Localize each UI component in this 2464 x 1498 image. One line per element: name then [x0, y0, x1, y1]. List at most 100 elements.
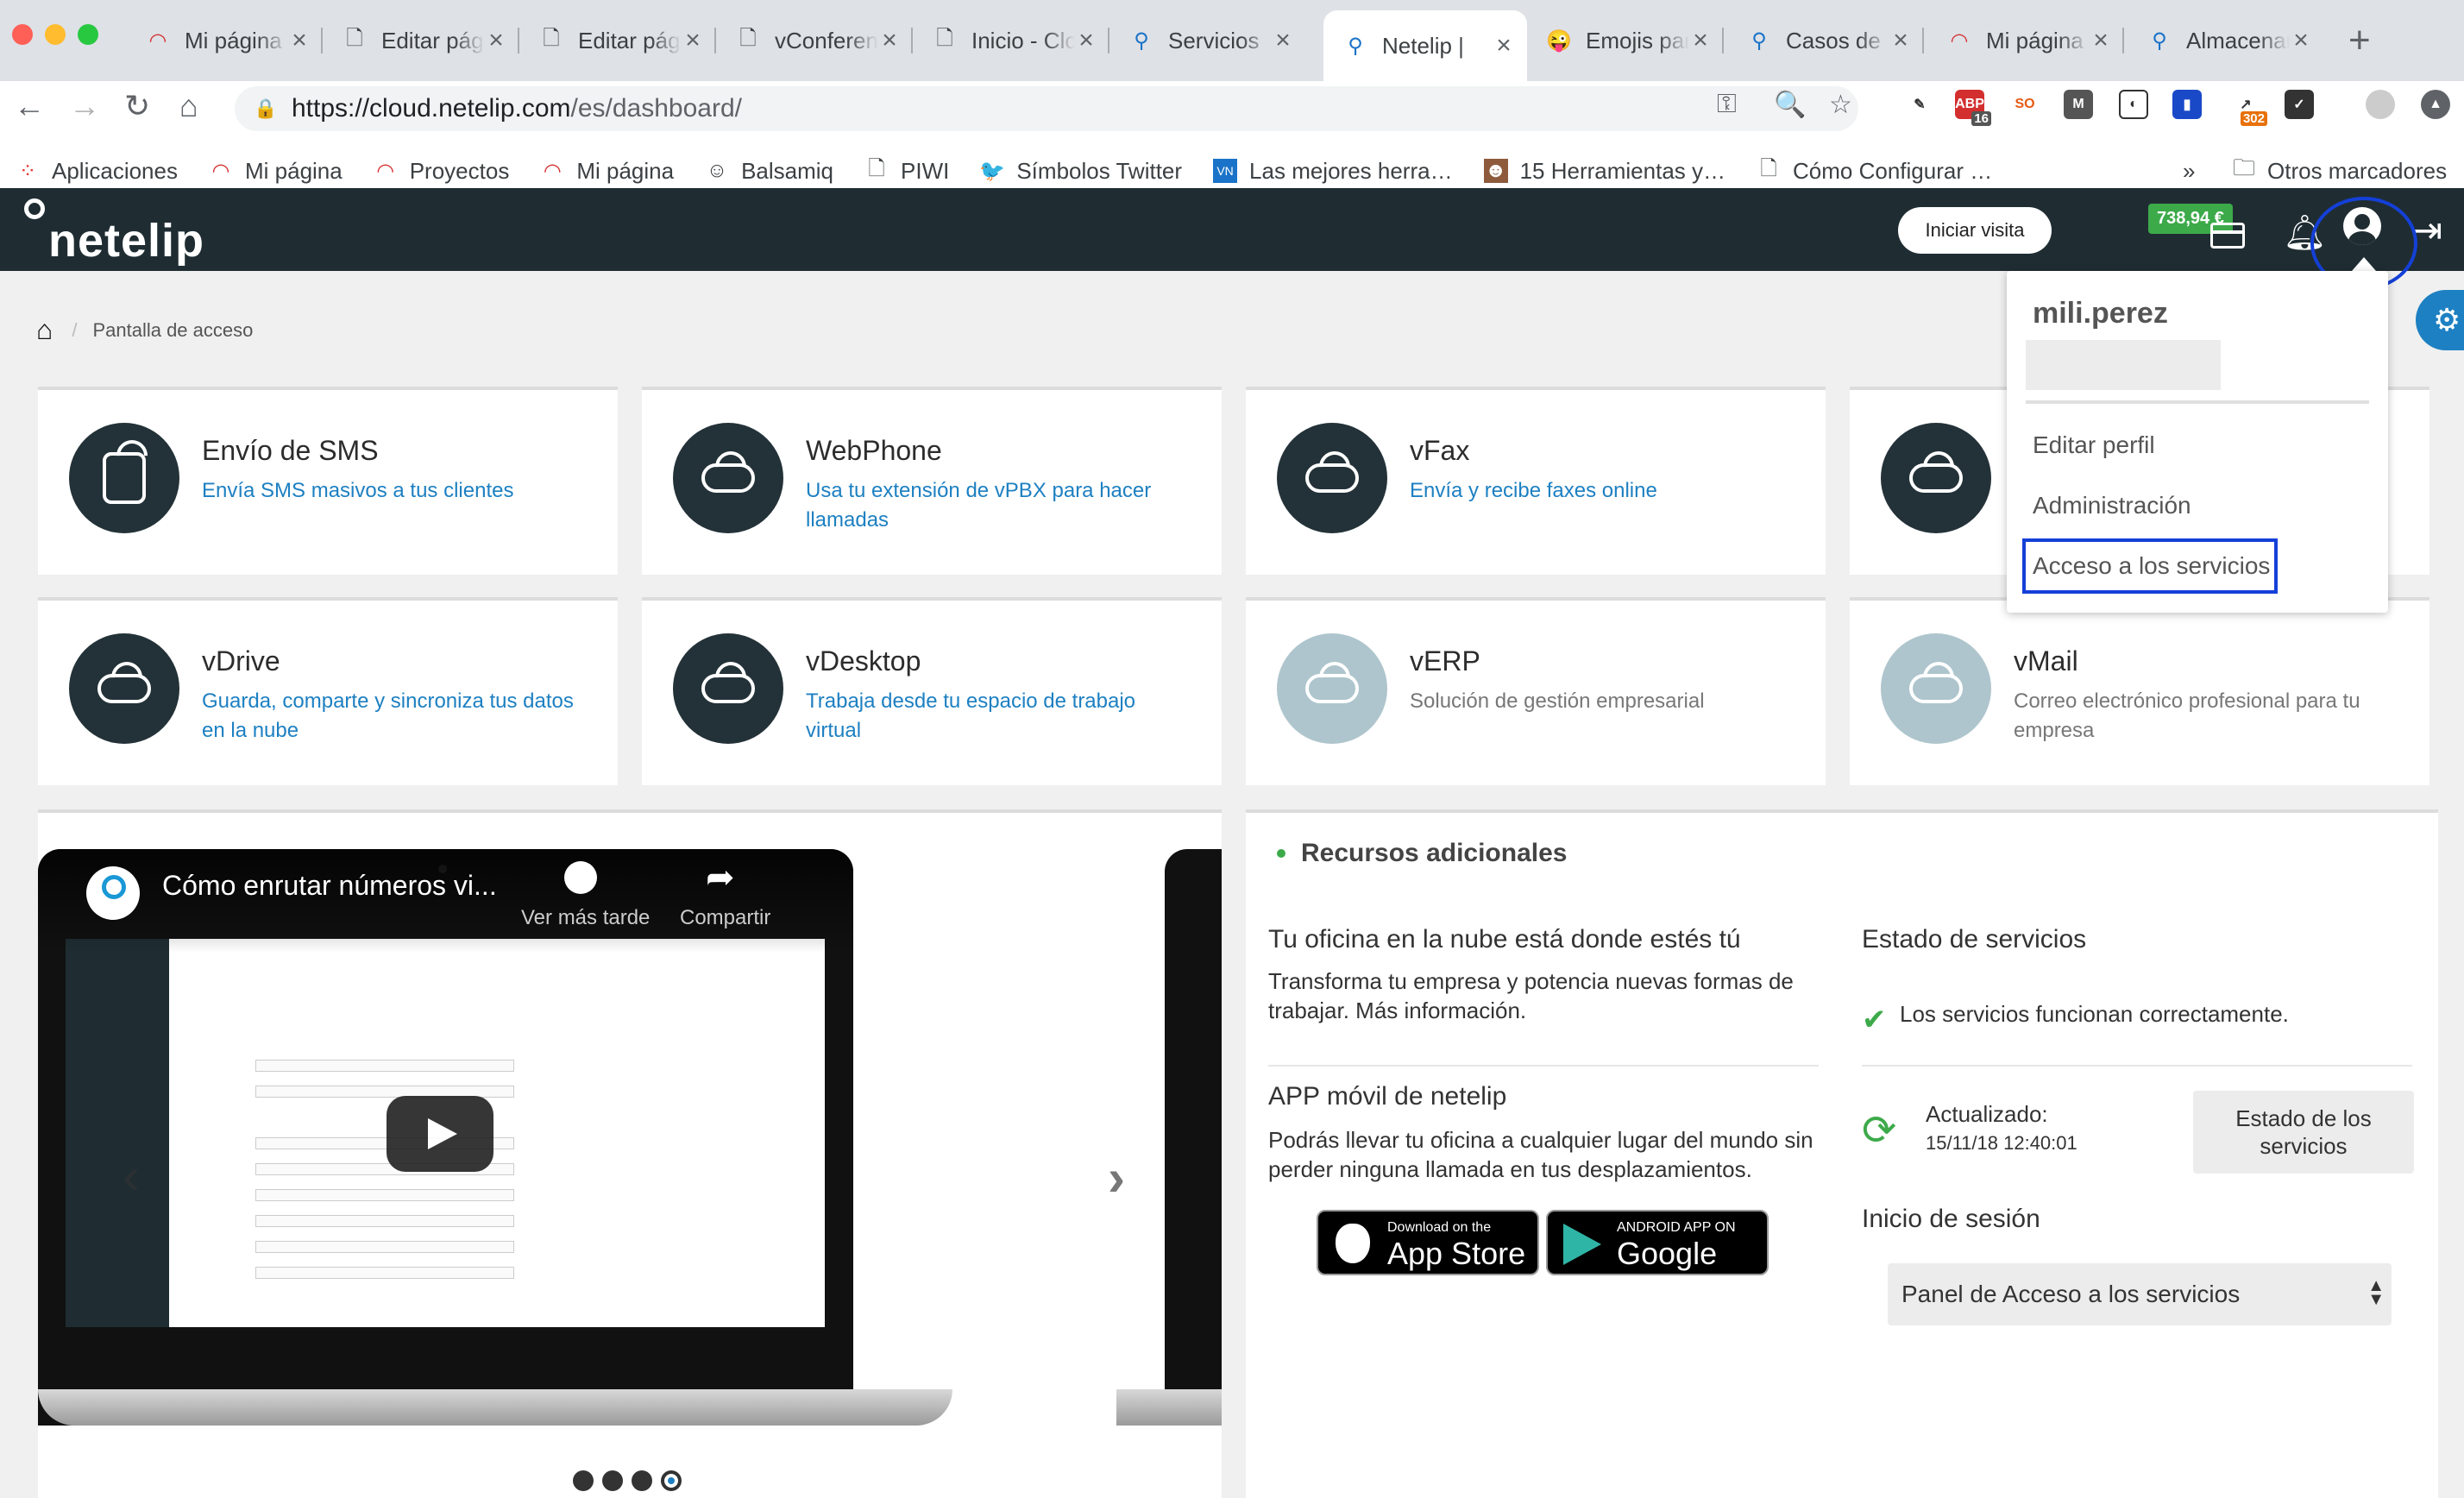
bookmark-item[interactable]: ⁘ Aplicaciones	[16, 158, 178, 185]
service-title: WebPhone	[806, 435, 942, 466]
google-play-badge[interactable]: ANDROID APP ON Google play	[1546, 1210, 1769, 1307]
close-tab-icon[interactable]: ×	[878, 26, 901, 55]
check-extension-icon[interactable]: ✓	[2285, 90, 2314, 119]
service-card-vdrive[interactable]: vDrive Guarda, comparte y sincroniza tus…	[38, 597, 618, 785]
close-tab-icon[interactable]: ×	[485, 26, 507, 55]
settings-side-tab[interactable]	[2416, 290, 2464, 350]
play-button[interactable]	[387, 1096, 493, 1172]
bookmark-item[interactable]: 🗋 Cómo Configurar …	[1757, 157, 1993, 185]
zoom-icon[interactable]: 🔍	[1774, 90, 1806, 120]
browser-tab[interactable]: ⚲ Almacenamiento×	[2128, 10, 2324, 71]
extension-badge: 16	[1971, 111, 1991, 126]
breadcrumb-current: Pantalla de acceso	[92, 318, 254, 341]
carousel-prev-icon[interactable]: ‹	[123, 1146, 140, 1205]
browser-tab[interactable]: ◠ Mi página ×	[126, 10, 323, 71]
profile-icon[interactable]	[2366, 90, 2395, 119]
bookmark-item[interactable]: ◠ Mi página	[540, 158, 674, 185]
browser-tab-active[interactable]: ⚲ Netelip | ×	[1323, 10, 1527, 81]
refresh-icon[interactable]: ⟳	[1862, 1106, 1896, 1155]
chrome-menu-icon[interactable]: ▲	[2421, 90, 2450, 119]
service-link[interactable]: Trabaja desde tu espacio de trabajo virt…	[806, 687, 1194, 746]
new-tab-button[interactable]: +	[2348, 19, 2371, 62]
key-icon[interactable]: ⚿	[1717, 90, 1737, 119]
app-store-badge[interactable]: Download on the App Store	[1317, 1210, 1539, 1275]
carousel-dot[interactable]	[573, 1470, 594, 1491]
so-extension-icon[interactable]: SO	[2010, 90, 2040, 119]
browser-tab[interactable]: 😜 Emojis para×	[1527, 10, 1724, 71]
close-tab-icon[interactable]: ×	[1493, 31, 1515, 60]
share-label[interactable]: Compartir	[680, 906, 770, 930]
service-link[interactable]: Envía SMS masivos a tus clientes	[202, 476, 590, 506]
bookmark-item[interactable]: ☺ Balsamiq	[705, 158, 833, 185]
thumbnail-field	[255, 1189, 514, 1201]
browser-tab[interactable]: 🗋 Editar página×	[323, 10, 519, 71]
close-window-button[interactable]	[12, 24, 33, 45]
adblock-extension-icon[interactable]: ABP 16	[1955, 90, 1991, 126]
keeper-extension-icon[interactable]: ◐	[2119, 90, 2148, 119]
watch-later-label[interactable]: Ver más tarde	[521, 906, 650, 930]
browser-tab[interactable]: ⚲ Casos de ×	[1727, 10, 1924, 71]
home-icon[interactable]: ⌂	[36, 314, 53, 346]
close-tab-icon[interactable]: ×	[2290, 26, 2312, 55]
home-icon[interactable]: ⌂	[179, 88, 198, 124]
netelip-logo[interactable]: netelip	[24, 193, 204, 268]
back-icon[interactable]: ←	[14, 88, 45, 124]
login-select[interactable]: Panel de Acceso a los servicios ▲ ▼	[1888, 1263, 2392, 1325]
bookmark-item[interactable]: ◠ Proyectos	[374, 158, 509, 185]
flag-extension-icon[interactable]: ▮	[2172, 90, 2202, 119]
close-tab-icon[interactable]: ×	[288, 26, 311, 55]
next-slide-laptop-base	[1116, 1389, 1222, 1426]
service-card-vdesktop[interactable]: vDesktop Trabaja desde tu espacio de tra…	[642, 597, 1222, 785]
service-link[interactable]: Usa tu extensión de vPBX para hacer llam…	[806, 476, 1194, 535]
video-title[interactable]: Cómo enrutar números vi...	[162, 870, 497, 902]
vn-icon: VN	[1213, 159, 1238, 183]
carousel-dot-active[interactable]	[661, 1470, 682, 1491]
redirect-extension-icon[interactable]: ↗ 302	[2231, 90, 2267, 126]
service-link[interactable]: Envía y recibe faxes online	[1410, 476, 1798, 506]
bookmark-item[interactable]: ◠ Mi página	[209, 158, 343, 185]
browser-tab[interactable]: ◠ Mi página ×	[1927, 10, 2124, 71]
credit-card-icon[interactable]	[2210, 223, 2245, 249]
service-card-vfax[interactable]: vFax Envía y recibe faxes online	[1246, 387, 1826, 575]
carousel-dot[interactable]	[632, 1470, 652, 1491]
reload-icon[interactable]: ↻	[124, 88, 150, 124]
bookmark-item[interactable]: 🗋 PIWI	[864, 157, 949, 185]
channel-avatar-icon[interactable]	[86, 866, 140, 920]
m-extension-icon[interactable]: M	[2064, 90, 2093, 119]
browser-tab[interactable]: 🗋 Inicio - Cloud×	[913, 10, 1109, 71]
close-tab-icon[interactable]: ×	[2090, 26, 2112, 55]
browser-tab[interactable]: 🗋 Editar página×	[519, 10, 716, 71]
close-tab-icon[interactable]: ×	[1889, 26, 1912, 55]
close-tab-icon[interactable]: ×	[1272, 26, 1294, 55]
carousel-dot[interactable]	[602, 1470, 623, 1491]
zoom-window-button[interactable]	[78, 24, 98, 45]
bookmark-item[interactable]: 🐦 Símbolos Twitter	[979, 158, 1182, 185]
bookmark-item[interactable]: VN Las mejores herra…	[1213, 158, 1453, 185]
forward-icon[interactable]: →	[69, 88, 100, 124]
office-text[interactable]: Transforma tu empresa y potencia nuevas …	[1268, 966, 1820, 1025]
address-bar[interactable]: 🔒 https://cloud.netelip.com/es/dashboard…	[235, 86, 1858, 131]
service-status-title: Estado de servicios	[1862, 925, 2087, 954]
service-card-webphone[interactable]: WebPhone Usa tu extensión de vPBX para h…	[642, 387, 1222, 575]
carousel-next-icon[interactable]: ›	[1108, 1148, 1125, 1207]
service-link[interactable]: Guarda, comparte y sincroniza tus datos …	[202, 687, 590, 746]
bookmark-item[interactable]: ☻ 15 Herramientas y…	[1483, 158, 1725, 185]
pen-extension-icon[interactable]: ✎	[1905, 90, 1934, 119]
minimize-window-button[interactable]	[45, 24, 66, 45]
close-tab-icon[interactable]: ×	[1075, 26, 1097, 55]
menu-item-edit-profile[interactable]: Editar perfil	[2033, 431, 2155, 459]
start-tour-button[interactable]: Iniciar visita	[1898, 207, 2052, 254]
apple-icon	[1336, 1224, 1370, 1263]
bookmark-label: Cómo Configurar …	[1793, 157, 1993, 184]
service-card-sms[interactable]: Envío de SMS Envía SMS masivos a tus cli…	[38, 387, 618, 575]
menu-divider	[2026, 400, 2369, 404]
browser-tab[interactable]: ⚲ Servicios ×	[1109, 10, 1306, 71]
bookmark-star-icon[interactable]: ☆	[1829, 90, 1852, 120]
service-status-button[interactable]: Estado de los servicios	[2193, 1091, 2414, 1174]
share-icon[interactable]: ➦	[706, 858, 735, 897]
close-tab-icon[interactable]: ×	[682, 26, 704, 55]
close-tab-icon[interactable]: ×	[1689, 26, 1712, 55]
menu-item-administration[interactable]: Administración	[2033, 492, 2191, 519]
browser-tab[interactable]: 🗋 vConferencia×	[716, 10, 913, 71]
clock-icon[interactable]	[564, 861, 597, 894]
